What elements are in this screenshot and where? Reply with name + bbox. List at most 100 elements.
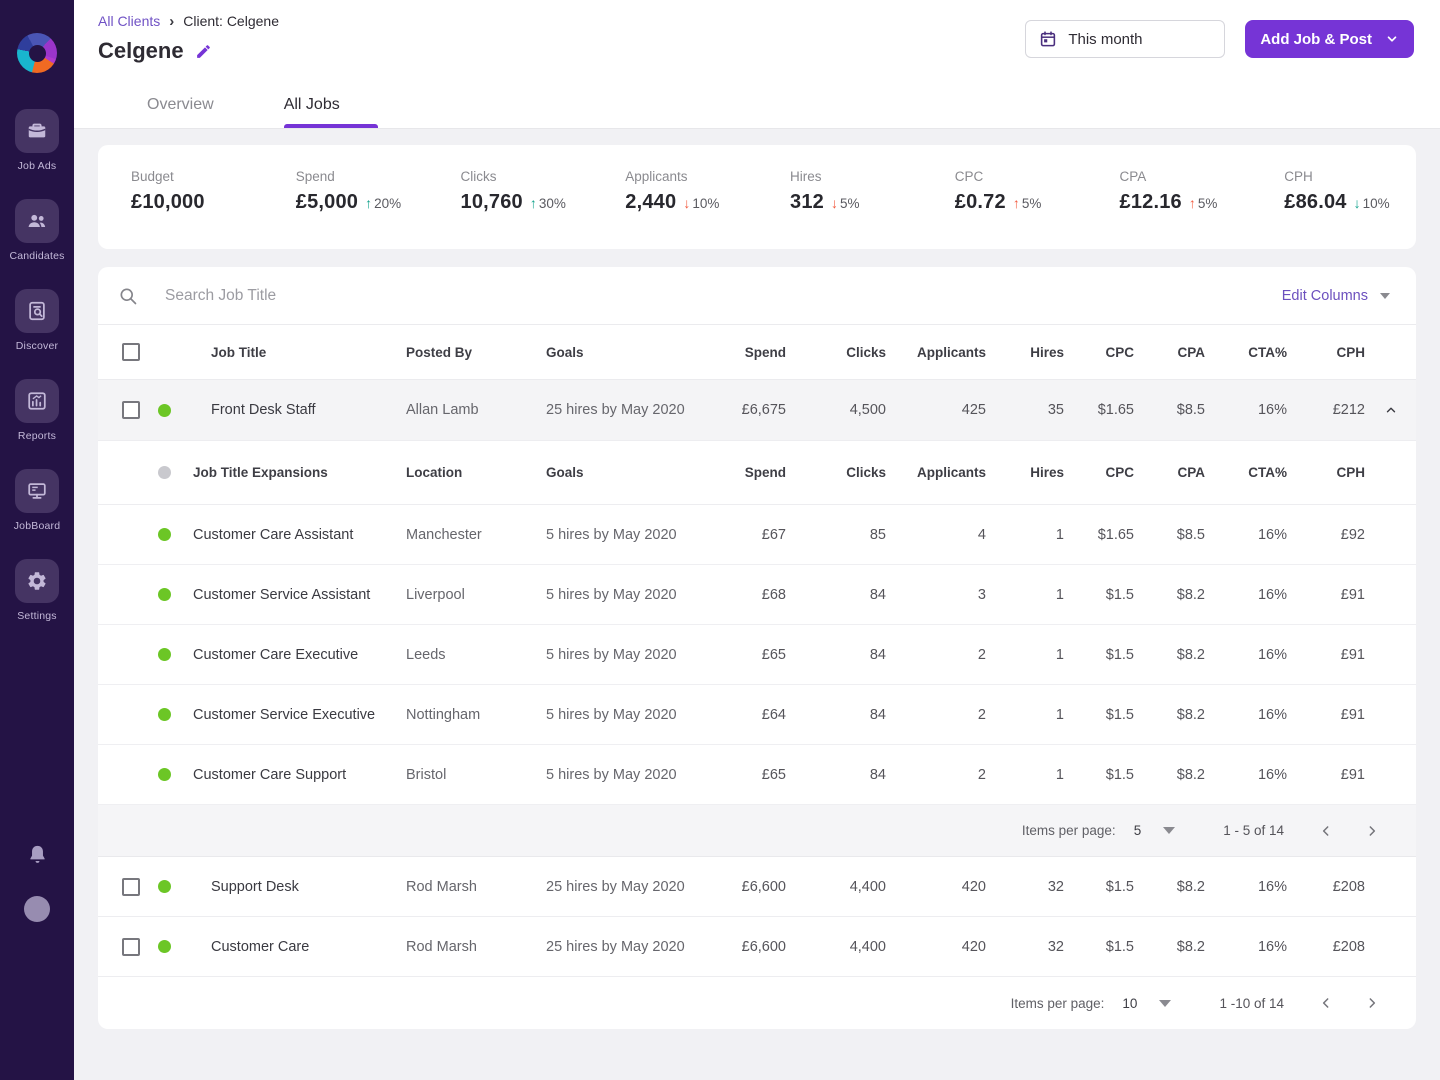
tab-all-jobs[interactable]: All Jobs xyxy=(284,81,346,128)
sidebar-item-label: Discover xyxy=(16,340,58,352)
trend-arrow-icon: ↑ xyxy=(1013,195,1020,211)
col-cph: CPH xyxy=(1287,465,1365,480)
tab-overview[interactable]: Overview xyxy=(147,81,220,128)
clicks: 4,500 xyxy=(786,402,886,418)
stat-value: 2,440 xyxy=(625,191,676,214)
user-avatar[interactable] xyxy=(24,896,50,922)
expansion-title: Customer Service Executive xyxy=(180,707,376,723)
prev-page-chevron-icon[interactable] xyxy=(1314,991,1338,1015)
stat-hires: Hires 312 ↓5% xyxy=(757,145,922,249)
items-per-page-select[interactable]: 10 xyxy=(1122,996,1137,1011)
sidebar-item-reports[interactable]: Reports xyxy=(15,379,59,442)
select-all-checkbox[interactable] xyxy=(122,343,140,361)
cpc: $1.5 xyxy=(1064,647,1134,663)
expansion-row-customer-service-executive[interactable]: Customer Service Executive Nottingham 5 … xyxy=(98,685,1416,745)
status-dot xyxy=(158,768,171,781)
search-job-title-input[interactable] xyxy=(165,287,1282,305)
col-cta: CTA% xyxy=(1205,345,1287,360)
clicks: 85 xyxy=(786,527,886,543)
trend-arrow-icon: ↑ xyxy=(365,195,372,211)
expansion-title: Customer Care Support xyxy=(180,767,376,783)
prev-page-chevron-icon[interactable] xyxy=(1314,819,1338,843)
cpa: $8.2 xyxy=(1134,767,1205,783)
cpc: $1.5 xyxy=(1064,939,1134,955)
stat-cpc: CPC £0.72 ↑5% xyxy=(922,145,1087,249)
goals: 5 hires by May 2020 xyxy=(516,647,696,663)
next-page-chevron-icon[interactable] xyxy=(1360,991,1384,1015)
sidebar-item-settings[interactable]: Settings xyxy=(15,559,59,622)
hires: 1 xyxy=(986,647,1064,663)
sidebar-item-job-ads[interactable]: Job Ads xyxy=(15,109,59,172)
row-checkbox[interactable] xyxy=(122,878,140,896)
stat-budget: Budget £10,000 xyxy=(98,145,263,249)
stat-change: ↓10% xyxy=(683,195,719,211)
spend: £67 xyxy=(696,527,786,543)
col-job-title: Job Title xyxy=(180,345,376,360)
hires: 35 xyxy=(986,402,1064,418)
hires: 1 xyxy=(986,707,1064,723)
job-row-support-desk[interactable]: Support Desk Rod Marsh 25 hires by May 2… xyxy=(98,857,1416,917)
notification-bell-icon[interactable] xyxy=(26,843,49,872)
col-applicants: Applicants xyxy=(886,465,986,480)
caret-down-icon[interactable] xyxy=(1163,827,1175,834)
stat-value: 10,760 xyxy=(461,191,523,214)
cta: 16% xyxy=(1205,707,1287,723)
stat-value: £12.16 xyxy=(1120,191,1182,214)
add-job-post-button[interactable]: Add Job & Post xyxy=(1245,20,1414,58)
cpa: $8.5 xyxy=(1134,527,1205,543)
status-dot xyxy=(158,940,171,953)
stat-value: £5,000 xyxy=(296,191,358,214)
collapse-chevron-up-icon[interactable] xyxy=(1365,403,1416,417)
trend-arrow-icon: ↓ xyxy=(683,195,690,211)
spend: £65 xyxy=(696,767,786,783)
col-cpa: CPA xyxy=(1134,345,1205,360)
cpa: $8.2 xyxy=(1134,939,1205,955)
edit-columns-button[interactable]: Edit Columns xyxy=(1282,288,1390,304)
col-spend: Spend xyxy=(696,465,786,480)
next-page-chevron-icon[interactable] xyxy=(1360,819,1384,843)
sidebar-item-candidates[interactable]: Candidates xyxy=(9,199,64,262)
items-per-page-select[interactable]: 5 xyxy=(1134,823,1142,838)
col-goals: Goals xyxy=(516,465,696,480)
date-range-selector[interactable]: This month xyxy=(1025,20,1225,58)
goals: 25 hires by May 2020 xyxy=(516,879,696,895)
row-checkbox[interactable] xyxy=(122,401,140,419)
app-logo[interactable] xyxy=(17,33,57,73)
job-row-front-desk-staff[interactable]: Front Desk Staff Allan Lamb 25 hires by … xyxy=(98,380,1416,441)
cpc: $1.5 xyxy=(1064,767,1134,783)
stat-clicks: Clicks 10,760 ↑30% xyxy=(428,145,593,249)
location: Nottingham xyxy=(376,707,516,723)
spend: £6,600 xyxy=(696,939,786,955)
cpc: $1.65 xyxy=(1064,402,1134,418)
applicants: 2 xyxy=(886,647,986,663)
row-checkbox[interactable] xyxy=(122,938,140,956)
cph: £208 xyxy=(1287,879,1365,895)
calendar-icon xyxy=(1039,30,1057,48)
status-dot xyxy=(158,528,171,541)
stat-change: ↑5% xyxy=(1189,195,1218,211)
stat-value: £0.72 xyxy=(955,191,1006,214)
table-search-row: Edit Columns xyxy=(98,267,1416,324)
breadcrumb-all-clients-link[interactable]: All Clients xyxy=(98,13,160,29)
clicks: 84 xyxy=(786,647,886,663)
col-expansion-title: Job Title Expansions xyxy=(180,465,376,480)
sidebar-item-discover[interactable]: Discover xyxy=(15,289,59,352)
sidebar-item-label: Job Ads xyxy=(18,160,57,172)
jobs-table-card: Edit Columns Job Title Posted By Goals S… xyxy=(98,267,1416,1029)
hires: 32 xyxy=(986,939,1064,955)
edit-pencil-icon[interactable] xyxy=(195,43,212,60)
expansion-row-customer-care-support[interactable]: Customer Care Support Bristol 5 hires by… xyxy=(98,745,1416,805)
content: Budget £10,000 Spend £5,000 ↑20% Clicks … xyxy=(74,129,1440,1029)
goals: 25 hires by May 2020 xyxy=(516,939,696,955)
expansion-row-customer-care-assistant[interactable]: Customer Care Assistant Manchester 5 hir… xyxy=(98,505,1416,565)
clicks: 4,400 xyxy=(786,939,886,955)
sidebar-item-jobboard[interactable]: JobBoard xyxy=(14,469,61,532)
col-cph: CPH xyxy=(1287,345,1365,360)
sidebar-item-label: Candidates xyxy=(9,250,64,262)
caret-down-icon[interactable] xyxy=(1159,1000,1171,1007)
job-row-customer-care[interactable]: Customer Care Rod Marsh 25 hires by May … xyxy=(98,917,1416,977)
expansion-row-customer-service-assistant[interactable]: Customer Service Assistant Liverpool 5 h… xyxy=(98,565,1416,625)
stat-cph: CPH £86.04 ↓10% xyxy=(1251,145,1416,249)
expansion-row-customer-care-executive[interactable]: Customer Care Executive Leeds 5 hires by… xyxy=(98,625,1416,685)
applicants: 2 xyxy=(886,767,986,783)
